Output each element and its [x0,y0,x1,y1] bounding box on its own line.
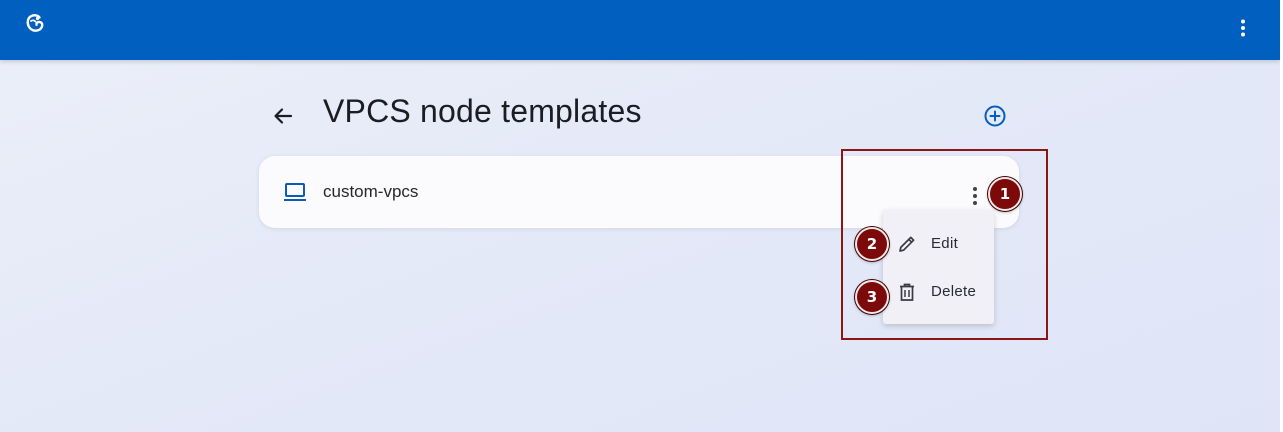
gns3-logo-icon[interactable] [23,11,47,35]
step-marker-3: 3 [855,280,889,314]
page-title: VPCS node templates [323,93,642,129]
template-name: custom-vpcs [323,182,419,201]
add-template-icon[interactable] [982,103,1008,129]
computer-icon [283,181,307,203]
step-marker-1: 1 [988,177,1022,211]
more-vert-icon[interactable] [1231,16,1255,40]
step-marker-2: 2 [855,227,889,261]
arrow-back-icon[interactable] [270,103,296,129]
top-app-bar [0,0,1280,60]
